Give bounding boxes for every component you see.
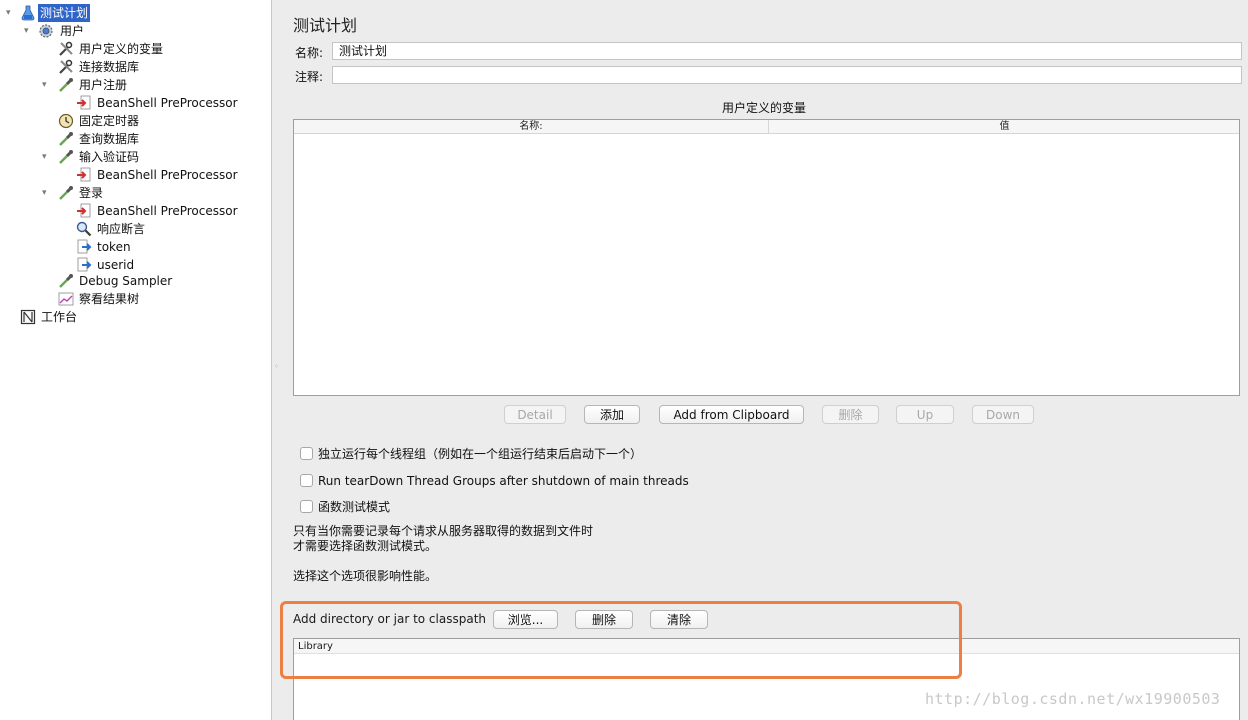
add-from-clipboard-button[interactable]: Add from Clipboard <box>659 405 804 424</box>
preprocessor-icon <box>77 95 91 110</box>
add-button[interactable]: 添加 <box>584 405 640 424</box>
tree-label: 登录 <box>79 186 104 200</box>
user-vars-title: 用户定义的变量 <box>721 101 806 115</box>
wrench-icon <box>59 59 73 74</box>
pipette-icon <box>59 186 73 200</box>
tree-node-response-assertion[interactable]: 响应断言 <box>0 220 272 238</box>
flask-icon <box>21 5 35 21</box>
tree-label: 测试计划 <box>38 4 91 22</box>
checkbox-box[interactable] <box>300 500 313 513</box>
tree-expander-icon[interactable]: ▾ <box>42 184 52 202</box>
functional-mode-note-line-2: 才需要选择函数测试模式。 <box>293 539 438 553</box>
tree-node-beanshell-3[interactable]: BeanShell PreProcessor <box>0 202 272 220</box>
chart-icon <box>58 292 74 306</box>
tree-label: Debug Sampler <box>79 274 173 288</box>
tree-node-token[interactable]: token <box>0 238 272 256</box>
tree-label: 响应断言 <box>97 222 146 236</box>
tree-label: 查询数据库 <box>79 132 140 146</box>
watermark: http://blog.csdn.net/wx19900503 <box>925 690 1221 708</box>
tree-node-result-tree[interactable]: 察看结果树 <box>0 290 272 308</box>
pipette-icon <box>59 78 73 92</box>
comment-field[interactable] <box>332 66 1242 84</box>
comment-label: 注释: <box>295 70 324 84</box>
table-header: 名称: 值 <box>294 120 1239 134</box>
tree-label: 用户 <box>60 24 85 38</box>
checkbox-box[interactable] <box>300 474 313 487</box>
tree-label: token <box>97 240 131 254</box>
test-plan-tree[interactable]: ▾ 测试计划 ▾ 用户 用户定义的变量 连接数据库 ▾ 用户注册 BeanShe… <box>0 0 272 720</box>
classpath-label: Add directory or jar to classpath <box>293 612 487 626</box>
test-plan-panel: 测试计划 名称: 测试计划 注释: 用户定义的变量 名称: 值 Detail 添… <box>280 0 1248 720</box>
pipette-icon <box>59 132 73 146</box>
tree-label: 工作台 <box>41 310 78 324</box>
tree-expander-icon[interactable]: ▾ <box>42 76 52 94</box>
pipette-icon <box>59 274 73 288</box>
column-header-name[interactable]: 名称: <box>294 120 769 134</box>
tree-label: BeanShell PreProcessor <box>97 96 238 110</box>
checkbox-label: Run tearDown Thread Groups after shutdow… <box>318 474 689 488</box>
tree-node-debug-sampler[interactable]: Debug Sampler <box>0 272 272 290</box>
timer-icon <box>58 113 74 129</box>
up-button[interactable]: Up <box>896 405 954 424</box>
split-pane-divider[interactable]: ◦ <box>272 0 280 720</box>
tree-label: 用户注册 <box>79 78 128 92</box>
delete-var-button[interactable]: 删除 <box>822 405 879 424</box>
tree-label: 用户定义的变量 <box>79 42 164 56</box>
tree-node-connect-db[interactable]: 连接数据库 <box>0 58 272 76</box>
checkbox-box[interactable] <box>300 447 313 460</box>
tree-node-query-db[interactable]: 查询数据库 <box>0 130 272 148</box>
tree-label: 固定定时器 <box>79 114 140 128</box>
tree-node-constant-timer[interactable]: 固定定时器 <box>0 112 272 130</box>
name-field[interactable]: 测试计划 <box>332 42 1242 60</box>
tree-node-beanshell-1[interactable]: BeanShell PreProcessor <box>0 94 272 112</box>
tree-expander-icon[interactable]: ▾ <box>6 4 16 22</box>
tree-node-user-vars[interactable]: 用户定义的变量 <box>0 40 272 58</box>
user-vars-table[interactable]: 名称: 值 <box>293 119 1240 396</box>
tree-label: BeanShell PreProcessor <box>97 168 238 182</box>
tree-expander-icon[interactable]: ▾ <box>24 22 34 40</box>
magnifier-icon <box>76 221 92 237</box>
table-header: Library <box>294 639 1239 654</box>
checkbox-label: 函数测试模式 <box>318 500 391 514</box>
name-label: 名称: <box>295 46 324 60</box>
pipette-icon <box>59 150 73 164</box>
tree-node-captcha[interactable]: ▾ 输入验证码 <box>0 148 272 166</box>
tree-label: 输入验证码 <box>79 150 140 164</box>
tree-node-login[interactable]: ▾ 登录 <box>0 184 272 202</box>
performance-note: 选择这个选项很影响性能。 <box>293 569 438 583</box>
tree-node-beanshell-2[interactable]: BeanShell PreProcessor <box>0 166 272 184</box>
tree-node-workbench[interactable]: 工作台 <box>0 308 272 326</box>
wrench-icon <box>59 41 73 56</box>
preprocessor-icon <box>77 167 91 182</box>
tree-label: 察看结果树 <box>79 292 140 306</box>
workbench-icon <box>20 309 36 325</box>
detail-button[interactable]: Detail <box>504 405 566 424</box>
extractor-icon <box>77 257 92 272</box>
tree-node-thread-group-users[interactable]: ▾ 用户 <box>0 22 272 40</box>
down-button[interactable]: Down <box>972 405 1034 424</box>
checkbox-label: 独立运行每个线程组（例如在一个组运行结束后启动下一个） <box>318 447 643 461</box>
clear-classpath-button[interactable]: 清除 <box>650 610 708 629</box>
tree-label: BeanShell PreProcessor <box>97 204 238 218</box>
column-header-value[interactable]: 值 <box>770 120 1239 134</box>
tree-label: 连接数据库 <box>79 60 140 74</box>
divider-grip-icon[interactable]: ◦ <box>274 362 279 371</box>
page-title: 测试计划 <box>293 16 358 35</box>
extractor-icon <box>77 239 92 254</box>
gear-icon <box>39 24 53 38</box>
tree-node-test-plan[interactable]: ▾ 测试计划 <box>0 4 272 22</box>
delete-classpath-button[interactable]: 删除 <box>575 610 633 629</box>
tree-expander-icon[interactable]: ▾ <box>42 148 52 166</box>
preprocessor-icon <box>77 203 91 218</box>
tree-node-register[interactable]: ▾ 用户注册 <box>0 76 272 94</box>
browse-button[interactable]: 浏览... <box>493 610 558 629</box>
column-header-library[interactable]: Library <box>298 639 333 654</box>
